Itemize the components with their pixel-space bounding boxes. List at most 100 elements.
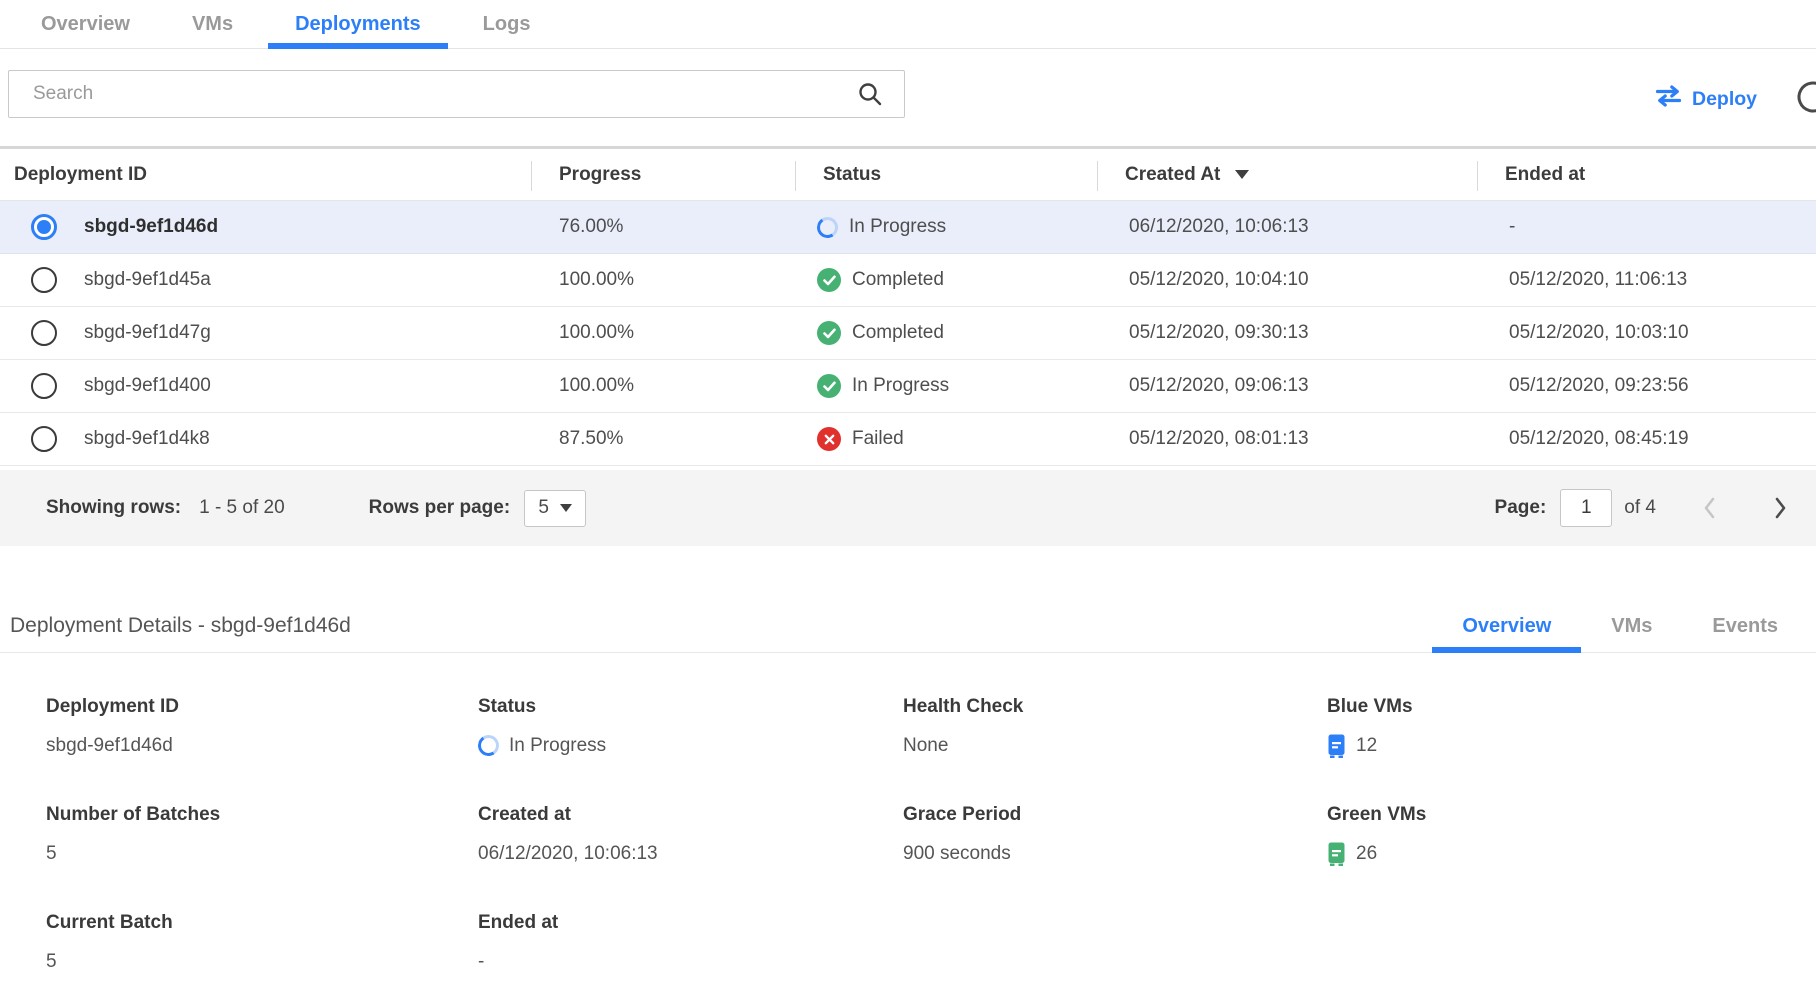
completed-check-icon	[817, 374, 841, 398]
deployment-id: sbgd-9ef1d46d	[84, 216, 218, 238]
showing-rows-value: 1 - 5 of 20	[199, 497, 285, 519]
chevron-down-icon	[560, 504, 572, 512]
created-at-value: 05/12/2020, 09:30:13	[1097, 322, 1477, 344]
ended-at-value: 05/12/2020, 08:45:19	[1477, 428, 1816, 450]
progress-value: 100.00%	[531, 375, 795, 397]
deployment-id: sbgd-9ef1d45a	[84, 269, 211, 291]
radio-button[interactable]	[31, 267, 57, 293]
page-number-input[interactable]	[1560, 489, 1612, 527]
detail-field: Number of Batches 5	[46, 798, 478, 906]
swap-arrows-icon	[1655, 85, 1682, 113]
deployments-table: Deployment ID Progress Status Created At…	[0, 146, 1816, 466]
blue-vm-server-icon	[1327, 734, 1346, 758]
created-at-value: 05/12/2020, 09:06:13	[1097, 375, 1477, 397]
rows-per-page-label: Rows per page:	[369, 497, 510, 519]
detail-field-value: 26	[1356, 843, 1377, 865]
tab-events[interactable]: Events	[1682, 600, 1808, 652]
created-at-value: 06/12/2020, 10:06:13	[1097, 216, 1477, 238]
detail-field-label: Status	[478, 696, 903, 718]
sort-desc-icon	[1235, 170, 1249, 179]
main-tabs: Overview VMs Deployments Logs	[0, 0, 1816, 49]
detail-field-label: Ended at	[478, 912, 903, 934]
page-total: of 4	[1624, 497, 1656, 519]
tab-overview[interactable]: Overview	[1432, 600, 1581, 652]
progress-value: 76.00%	[531, 216, 795, 238]
progress-value: 87.50%	[531, 428, 795, 450]
detail-field: Deployment ID sbgd-9ef1d46d	[46, 690, 478, 798]
detail-field-value: None	[903, 735, 948, 757]
deployment-id: sbgd-9ef1d47g	[84, 322, 211, 344]
rows-per-page-value: 5	[538, 497, 549, 519]
detail-field: Ended at -	[478, 906, 903, 992]
column-header-created-at[interactable]: Created At	[1097, 149, 1477, 200]
detail-field: Status In Progress	[478, 690, 903, 798]
status-text: Failed	[852, 428, 904, 450]
ended-at-value: 05/12/2020, 10:03:10	[1477, 322, 1816, 344]
created-at-value: 05/12/2020, 08:01:13	[1097, 428, 1477, 450]
radio-button[interactable]	[31, 214, 57, 240]
detail-field-value: 900 seconds	[903, 843, 1011, 865]
showing-rows-label: Showing rows:	[46, 497, 181, 519]
detail-field: Created at 06/12/2020, 10:06:13	[478, 798, 903, 906]
deployment-id: sbgd-9ef1d400	[84, 375, 211, 397]
radio-button[interactable]	[31, 320, 57, 346]
toolbar: Deploy	[0, 49, 1816, 146]
table-row[interactable]: sbgd-9ef1d47g 100.00% Completed 05/12/20…	[0, 307, 1816, 360]
table-row[interactable]: sbgd-9ef1d400 100.00% In Progress 05/12/…	[0, 360, 1816, 413]
tab-label: Logs	[483, 13, 531, 36]
status-text: Completed	[852, 269, 944, 291]
table-body: sbgd-9ef1d46d 76.00% In Progress 06/12/2…	[0, 201, 1816, 466]
failed-x-icon	[817, 427, 841, 451]
ended-at-value: 05/12/2020, 09:23:56	[1477, 375, 1816, 397]
detail-field: Blue VMs 12	[1327, 690, 1816, 798]
refresh-icon[interactable]	[1795, 79, 1816, 115]
deployment-id: sbgd-9ef1d4k8	[84, 428, 210, 450]
tab-vms[interactable]: VMs	[1581, 600, 1682, 652]
tab-label: Deployments	[295, 13, 421, 36]
radio-button[interactable]	[31, 426, 57, 452]
details-tabs: Overview VMs Events	[1432, 600, 1808, 652]
ended-at-value: -	[1477, 216, 1816, 238]
details-title: Deployment Details - sbgd-9ef1d46d	[10, 614, 351, 638]
previous-page-button[interactable]	[1702, 496, 1718, 520]
deploy-button[interactable]: Deploy	[1655, 85, 1757, 113]
next-page-button[interactable]	[1772, 496, 1788, 520]
detail-field-label: Health Check	[903, 696, 1327, 718]
tab-deployments[interactable]: Deployments	[268, 0, 448, 48]
table-row[interactable]: sbgd-9ef1d45a 100.00% Completed 05/12/20…	[0, 254, 1816, 307]
detail-field-value: 5	[46, 843, 57, 865]
completed-check-icon	[817, 321, 841, 345]
column-header-deployment-id: Deployment ID	[0, 149, 531, 200]
detail-field-value: -	[478, 951, 484, 973]
detail-field-label: Grace Period	[903, 804, 1327, 826]
radio-button[interactable]	[31, 373, 57, 399]
column-header-ended-at: Ended at	[1477, 149, 1816, 200]
search-icon[interactable]	[857, 81, 883, 107]
tab-label: Overview	[1462, 615, 1551, 638]
green-vm-server-icon	[1327, 842, 1346, 866]
tab-logs[interactable]: Logs	[456, 0, 558, 48]
details-header: Deployment Details - sbgd-9ef1d46d Overv…	[0, 600, 1816, 653]
detail-field-label: Blue VMs	[1327, 696, 1816, 718]
status-text: In Progress	[849, 216, 946, 238]
rows-per-page-select[interactable]: 5	[524, 490, 586, 527]
progress-value: 100.00%	[531, 269, 795, 291]
detail-field-label: Deployment ID	[46, 696, 478, 718]
table-row[interactable]: sbgd-9ef1d46d 76.00% In Progress 06/12/2…	[0, 201, 1816, 254]
detail-field-value: In Progress	[509, 735, 606, 757]
detail-field-value: 06/12/2020, 10:06:13	[478, 843, 658, 865]
page-label: Page:	[1495, 497, 1547, 519]
status-text: Completed	[852, 322, 944, 344]
search-input[interactable]	[8, 70, 905, 118]
tab-overview[interactable]: Overview	[14, 0, 157, 48]
table-footer: Showing rows: 1 - 5 of 20 Rows per page:…	[0, 470, 1816, 546]
deploy-label: Deploy	[1692, 88, 1757, 111]
detail-field: Green VMs 26	[1327, 798, 1816, 906]
table-row[interactable]: sbgd-9ef1d4k8 87.50% Failed 05/12/2020, …	[0, 413, 1816, 466]
tab-label: Events	[1712, 615, 1778, 638]
tab-label: VMs	[1611, 615, 1652, 638]
detail-field: Health Check None	[903, 690, 1327, 798]
detail-field-value: sbgd-9ef1d46d	[46, 735, 173, 757]
detail-field-label: Created at	[478, 804, 903, 826]
tab-vms[interactable]: VMs	[165, 0, 260, 48]
